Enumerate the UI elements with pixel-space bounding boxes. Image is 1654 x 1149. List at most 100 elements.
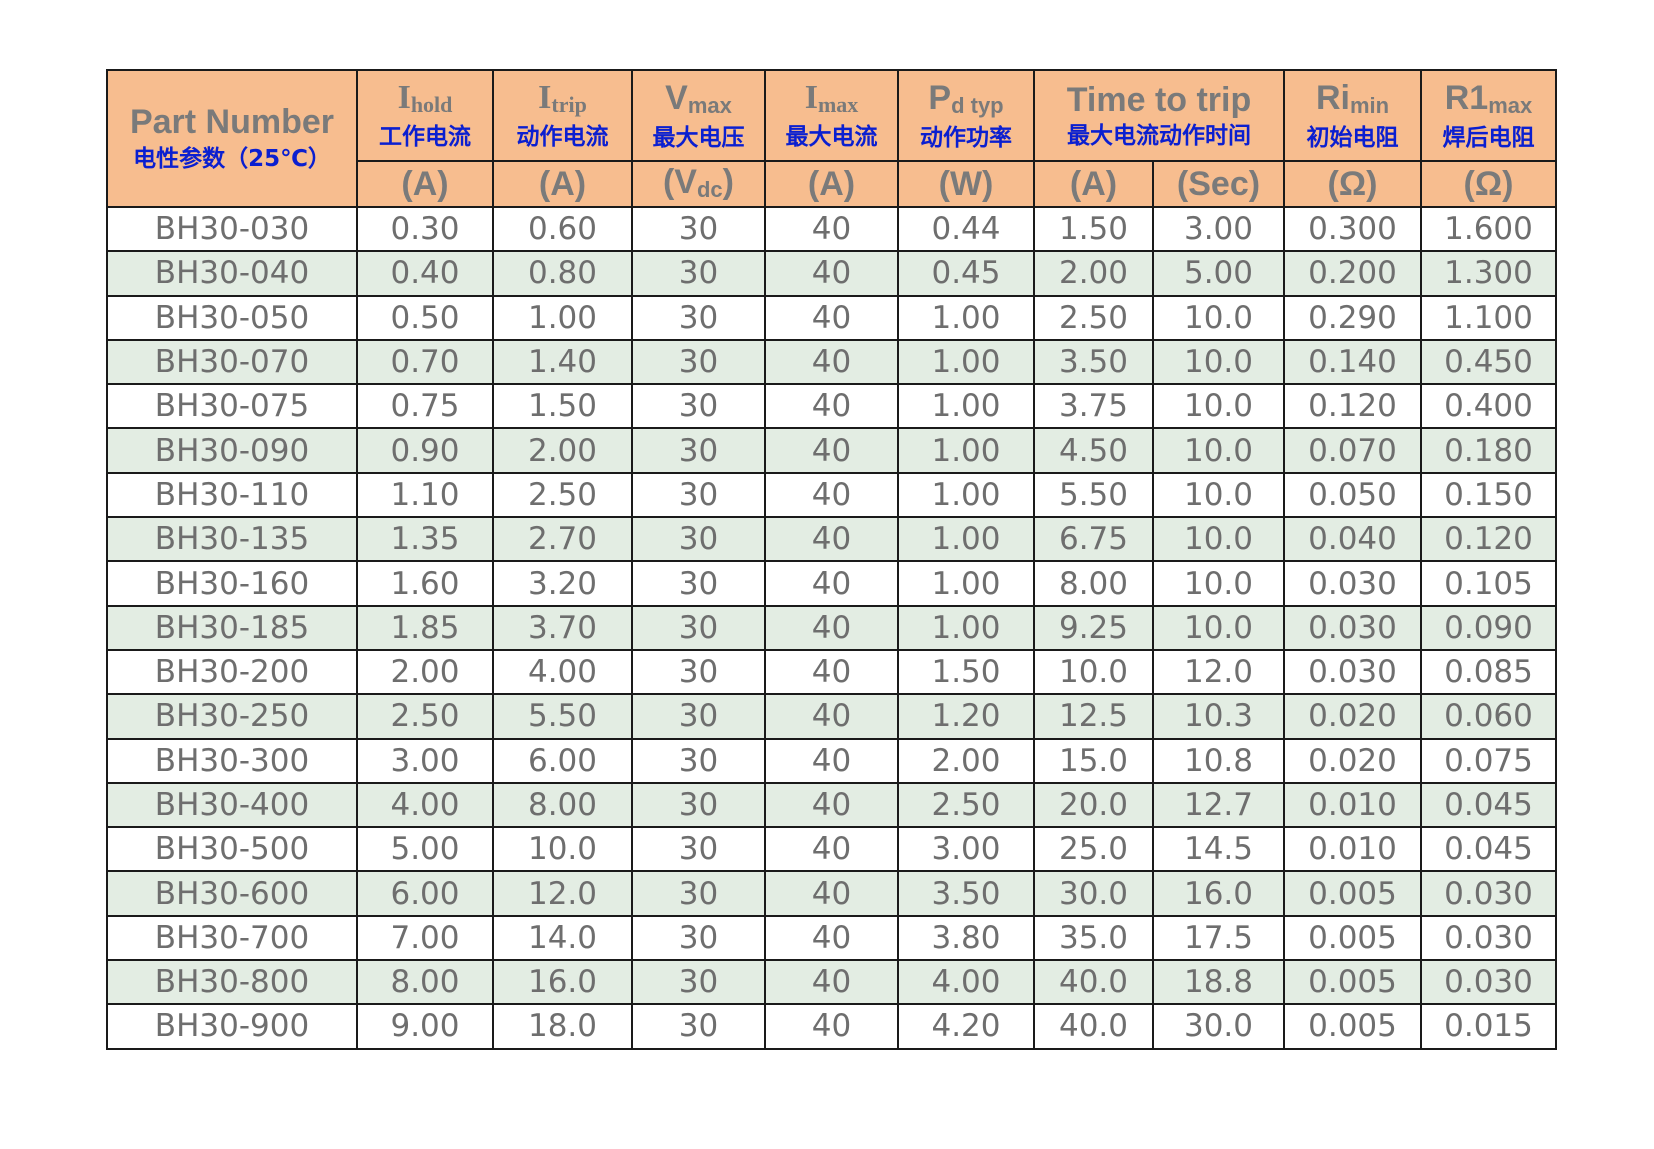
cell-trip-current: 40.0 (1033, 959, 1154, 1006)
table-row: BH30-135 1.35 2.70 30 40 1.00 6.75 10.0 0.040 0.1… (106, 516, 1557, 563)
cell-v-max: 30 (631, 427, 766, 474)
cell-pd-typ: 4.00 (897, 959, 1035, 1006)
cell-ri-min: 0.290 (1283, 294, 1422, 341)
cell-trip-time: 5.00 (1152, 250, 1285, 297)
cell-r1-max: 0.450 (1420, 338, 1557, 386)
cell-trip-current: 6.75 (1033, 516, 1154, 563)
table-row: BH30-160 1.60 3.20 30 40 1.00 8.00 10.0 0.030 0.1… (106, 560, 1557, 607)
cell-trip-time: 10.3 (1152, 693, 1285, 740)
cell-i-hold: 6.00 (356, 870, 494, 917)
cell-part-number: BH30-160 (106, 560, 358, 607)
cell-pd-typ: 2.50 (897, 781, 1035, 829)
cell-i-max: 40 (764, 383, 899, 430)
cell-trip-current: 9.25 (1033, 604, 1154, 651)
part-number-header: Part Number 电性参数（25℃） (106, 69, 358, 208)
table-row: BH30-070 0.70 1.40 30 40 1.00 3.50 10.0 0.140 0.4… (106, 338, 1557, 386)
table-row: BH30-700 7.00 14.0 30 40 3.80 35.0 17.5 0.005 0.0… (106, 914, 1557, 962)
unit-ri-min: (Ω) (1283, 160, 1422, 208)
cell-ri-min: 0.005 (1283, 914, 1422, 962)
cell-i-trip: 0.60 (492, 205, 633, 253)
cell-part-number: BH30-200 (106, 648, 358, 696)
table-row: BH30-250 2.50 5.50 30 40 1.20 12.5 10.3 0.020 0.0… (106, 693, 1557, 740)
header-ihold: Ihold 工作电流 (356, 69, 494, 162)
cell-ri-min: 0.030 (1283, 560, 1422, 607)
cell-trip-time: 10.0 (1152, 294, 1285, 341)
cell-pd-typ: 1.00 (897, 294, 1035, 341)
cell-i-max: 40 (764, 870, 899, 917)
cell-i-max: 40 (764, 959, 899, 1006)
cell-v-max: 30 (631, 693, 766, 740)
cell-part-number: BH30-600 (106, 870, 358, 917)
unit-pd: (W) (897, 160, 1035, 208)
table-row: BH30-400 4.00 8.00 30 40 2.50 20.0 12.7 0.010 0.0… (106, 781, 1557, 829)
cell-part-number: BH30-075 (106, 383, 358, 430)
part-number-title: Part Number (129, 102, 335, 141)
header-r1-max: R1max 焊后电阻 (1420, 69, 1557, 162)
cell-pd-typ: 0.45 (897, 250, 1035, 297)
spec-table-body: BH30-030 0.30 0.60 30 40 0.44 1.50 3.00 0.300 1.6… (106, 205, 1557, 1050)
cell-ri-min: 0.020 (1283, 693, 1422, 740)
cell-pd-typ: 3.50 (897, 870, 1035, 917)
cell-part-number: BH30-050 (106, 294, 358, 341)
cell-pd-typ: 2.00 (897, 737, 1035, 784)
cell-i-trip: 16.0 (492, 959, 633, 1006)
cell-trip-current: 4.50 (1033, 427, 1154, 474)
cell-i-hold: 3.00 (356, 737, 494, 784)
cell-i-trip: 14.0 (492, 914, 633, 962)
cell-i-trip: 2.50 (492, 471, 633, 519)
cell-i-trip: 10.0 (492, 826, 633, 873)
table-row: BH30-050 0.50 1.00 30 40 1.00 2.50 10.0 0.290 1.1… (106, 294, 1557, 341)
cell-i-trip: 0.80 (492, 250, 633, 297)
header-row-main: Part Number 电性参数（25℃） Ihold 工作电流 Itrip 动… (106, 69, 1557, 208)
cell-part-number: BH30-185 (106, 604, 358, 651)
cell-part-number: BH30-300 (106, 737, 358, 784)
cell-ri-min: 0.005 (1283, 1003, 1422, 1050)
cell-part-number: BH30-110 (106, 471, 358, 519)
cell-r1-max: 0.045 (1420, 781, 1557, 829)
unit-itrip: (A) (492, 160, 633, 208)
cell-i-trip: 3.70 (492, 604, 633, 651)
cell-ri-min: 0.120 (1283, 383, 1422, 430)
cell-trip-time: 10.0 (1152, 604, 1285, 651)
cell-trip-current: 1.50 (1033, 205, 1154, 253)
cell-part-number: BH30-135 (106, 516, 358, 563)
cell-v-max: 30 (631, 604, 766, 651)
cell-part-number: BH30-040 (106, 250, 358, 297)
cell-part-number: BH30-070 (106, 338, 358, 386)
table-row: BH30-040 0.40 0.80 30 40 0.45 2.00 5.00 0.200 1.3… (106, 250, 1557, 297)
cell-r1-max: 0.090 (1420, 604, 1557, 651)
cell-i-trip: 1.50 (492, 383, 633, 430)
cell-i-max: 40 (764, 427, 899, 474)
cell-i-max: 40 (764, 294, 899, 341)
header-time-to-trip: Time to trip 最大电流动作时间 (1033, 69, 1285, 162)
table-row: BH30-090 0.90 2.00 30 40 1.00 4.50 10.0 0.070 0.1… (106, 427, 1557, 474)
cell-i-max: 40 (764, 1003, 899, 1050)
cell-r1-max: 0.105 (1420, 560, 1557, 607)
cell-trip-time: 30.0 (1152, 1003, 1285, 1050)
cell-v-max: 30 (631, 516, 766, 563)
cell-i-hold: 1.10 (356, 471, 494, 519)
cell-trip-current: 2.00 (1033, 250, 1154, 297)
cell-trip-time: 10.0 (1152, 516, 1285, 563)
cell-i-hold: 1.35 (356, 516, 494, 563)
cell-ri-min: 0.140 (1283, 338, 1422, 386)
cell-trip-current: 15.0 (1033, 737, 1154, 784)
cell-v-max: 30 (631, 914, 766, 962)
cell-r1-max: 0.075 (1420, 737, 1557, 784)
cell-part-number: BH30-800 (106, 959, 358, 1006)
cell-trip-current: 30.0 (1033, 870, 1154, 917)
cell-r1-max: 0.060 (1420, 693, 1557, 740)
cell-i-trip: 3.20 (492, 560, 633, 607)
cell-i-max: 40 (764, 648, 899, 696)
cell-pd-typ: 1.00 (897, 560, 1035, 607)
cell-trip-current: 10.0 (1033, 648, 1154, 696)
cell-r1-max: 1.100 (1420, 294, 1557, 341)
cell-pd-typ: 1.00 (897, 427, 1035, 474)
cell-r1-max: 1.600 (1420, 205, 1557, 253)
table-row: BH30-900 9.00 18.0 30 40 4.20 40.0 30.0 0.005 0.0… (106, 1003, 1557, 1050)
cell-i-hold: 7.00 (356, 914, 494, 962)
cell-v-max: 30 (631, 250, 766, 297)
cell-trip-current: 3.75 (1033, 383, 1154, 430)
cell-pd-typ: 3.80 (897, 914, 1035, 962)
cell-i-hold: 2.50 (356, 693, 494, 740)
